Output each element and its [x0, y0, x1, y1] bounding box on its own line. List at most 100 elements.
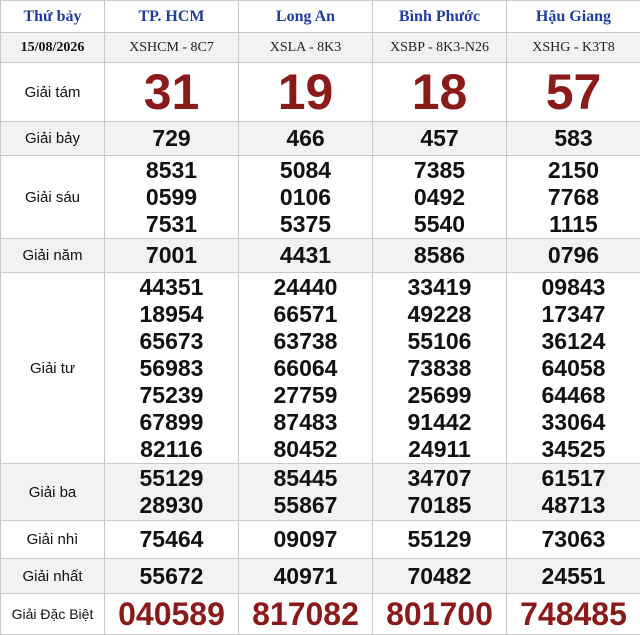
- prize-number: 8586: [373, 239, 507, 273]
- prize-cell: 5084 0106 5375: [239, 156, 373, 239]
- prize-cell: 2150 7768 1115: [507, 156, 640, 239]
- prize-number: 87483: [239, 409, 372, 436]
- special-prize-number: 040589: [105, 594, 239, 635]
- prize-number: 57: [507, 63, 640, 122]
- prize-number: 44351: [105, 274, 238, 301]
- prize-number: 80452: [239, 436, 372, 463]
- province-hau-giang[interactable]: Hậu Giang: [507, 1, 640, 33]
- prize-number: 466: [239, 122, 373, 156]
- prize-number: 82116: [105, 436, 238, 463]
- prize-row-g3: Giải ba 55129 28930 85445 55867 34707 70…: [1, 464, 640, 521]
- prize-cell: 55129 28930: [105, 464, 239, 521]
- lottery-code: XSHG - K3T8: [507, 33, 640, 63]
- prize-number: 17347: [507, 301, 640, 328]
- prize-number: 49228: [373, 301, 506, 328]
- prize-number: 5540: [373, 211, 506, 238]
- lottery-results-table: Thứ bảy TP. HCM Long An Bình Phước Hậu G…: [0, 0, 640, 635]
- prize-number: 457: [373, 122, 507, 156]
- prize-number: 09843: [507, 274, 640, 301]
- prize-number: 19: [239, 63, 373, 122]
- prize-cell: 24440 66571 63738 66064 27759 87483 8045…: [239, 273, 373, 464]
- prize-number: 09097: [239, 521, 373, 559]
- prize-number: 55672: [105, 559, 239, 594]
- lottery-code: XSBP - 8K3-N26: [373, 33, 507, 63]
- lottery-code: XSHCM - 8C7: [105, 33, 239, 63]
- prize-number: 27759: [239, 382, 372, 409]
- prize-number: 34525: [507, 436, 640, 463]
- prize-number: 34707: [373, 465, 506, 492]
- prize-number: 7001: [105, 239, 239, 273]
- prize-number: 33064: [507, 409, 640, 436]
- prize-number: 61517: [507, 465, 640, 492]
- prize-number: 1115: [507, 211, 640, 238]
- prize-number: 18: [373, 63, 507, 122]
- prize-number: 5375: [239, 211, 372, 238]
- prize-number: 33419: [373, 274, 506, 301]
- prize-number: 28930: [105, 492, 238, 519]
- prize-number: 0796: [507, 239, 640, 273]
- prize-label: Giải tám: [1, 63, 105, 122]
- prize-number: 75239: [105, 382, 238, 409]
- prize-number: 56983: [105, 355, 238, 382]
- prize-cell: 34707 70185: [373, 464, 507, 521]
- prize-number: 91442: [373, 409, 506, 436]
- prize-label: Giải bảy: [1, 122, 105, 156]
- prize-number: 0599: [105, 184, 238, 211]
- prize-row-g5: Giải năm 7001 4431 8586 0796: [1, 239, 640, 273]
- prize-cell: 61517 48713: [507, 464, 640, 521]
- prize-number: 66064: [239, 355, 372, 382]
- lottery-code: XSLA - 8K3: [239, 33, 373, 63]
- prize-cell: 7385 0492 5540: [373, 156, 507, 239]
- header-row: Thứ bảy TP. HCM Long An Bình Phước Hậu G…: [1, 1, 640, 33]
- prize-number: 64468: [507, 382, 640, 409]
- province-binh-phuoc[interactable]: Bình Phước: [373, 1, 507, 33]
- prize-number: 8531: [105, 157, 238, 184]
- prize-number: 55106: [373, 328, 506, 355]
- prize-number: 85445: [239, 465, 372, 492]
- draw-date: 15/08/2026: [1, 33, 105, 63]
- prize-row-g1: Giải nhất 55672 40971 70482 24551: [1, 559, 640, 594]
- prize-row-g8: Giải tám 31 19 18 57: [1, 63, 640, 122]
- prize-number: 70482: [373, 559, 507, 594]
- day-of-week: Thứ bảy: [1, 1, 105, 33]
- prize-number: 36124: [507, 328, 640, 355]
- prize-label: Giải năm: [1, 239, 105, 273]
- prize-row-g6: Giải sáu 8531 0599 7531 5084 0106 5375 7…: [1, 156, 640, 239]
- prize-number: 24440: [239, 274, 372, 301]
- prize-number: 73063: [507, 521, 640, 559]
- prize-number: 55129: [373, 521, 507, 559]
- prize-number: 73838: [373, 355, 506, 382]
- prize-label: Giải tư: [1, 273, 105, 464]
- prize-number: 48713: [507, 492, 640, 519]
- prize-label: Giải Đặc Biệt: [1, 594, 105, 635]
- prize-cell: 85445 55867: [239, 464, 373, 521]
- prize-number: 75464: [105, 521, 239, 559]
- province-long-an[interactable]: Long An: [239, 1, 373, 33]
- prize-number: 40971: [239, 559, 373, 594]
- prize-number: 583: [507, 122, 640, 156]
- prize-number: 70185: [373, 492, 506, 519]
- prize-cell: 44351 18954 65673 56983 75239 67899 8211…: [105, 273, 239, 464]
- prize-row-g2: Giải nhì 75464 09097 55129 73063: [1, 521, 640, 559]
- prize-number: 4431: [239, 239, 373, 273]
- prize-number: 5084: [239, 157, 372, 184]
- prize-row-special: Giải Đặc Biệt 040589 817082 801700 74848…: [1, 594, 640, 635]
- prize-number: 0106: [239, 184, 372, 211]
- prize-number: 25699: [373, 382, 506, 409]
- prize-number: 63738: [239, 328, 372, 355]
- province-tp-hcm[interactable]: TP. HCM: [105, 1, 239, 33]
- code-row: 15/08/2026 XSHCM - 8C7 XSLA - 8K3 XSBP -…: [1, 33, 640, 63]
- prize-number: 31: [105, 63, 239, 122]
- prize-number: 55129: [105, 465, 238, 492]
- prize-number: 67899: [105, 409, 238, 436]
- prize-number: 7768: [507, 184, 640, 211]
- prize-label: Giải ba: [1, 464, 105, 521]
- prize-label: Giải sáu: [1, 156, 105, 239]
- prize-cell: 8531 0599 7531: [105, 156, 239, 239]
- special-prize-number: 748485: [507, 594, 640, 635]
- special-prize-number: 817082: [239, 594, 373, 635]
- prize-number: 0492: [373, 184, 506, 211]
- special-prize-number: 801700: [373, 594, 507, 635]
- prize-number: 729: [105, 122, 239, 156]
- prize-row-g4: Giải tư 44351 18954 65673 56983 75239 67…: [1, 273, 640, 464]
